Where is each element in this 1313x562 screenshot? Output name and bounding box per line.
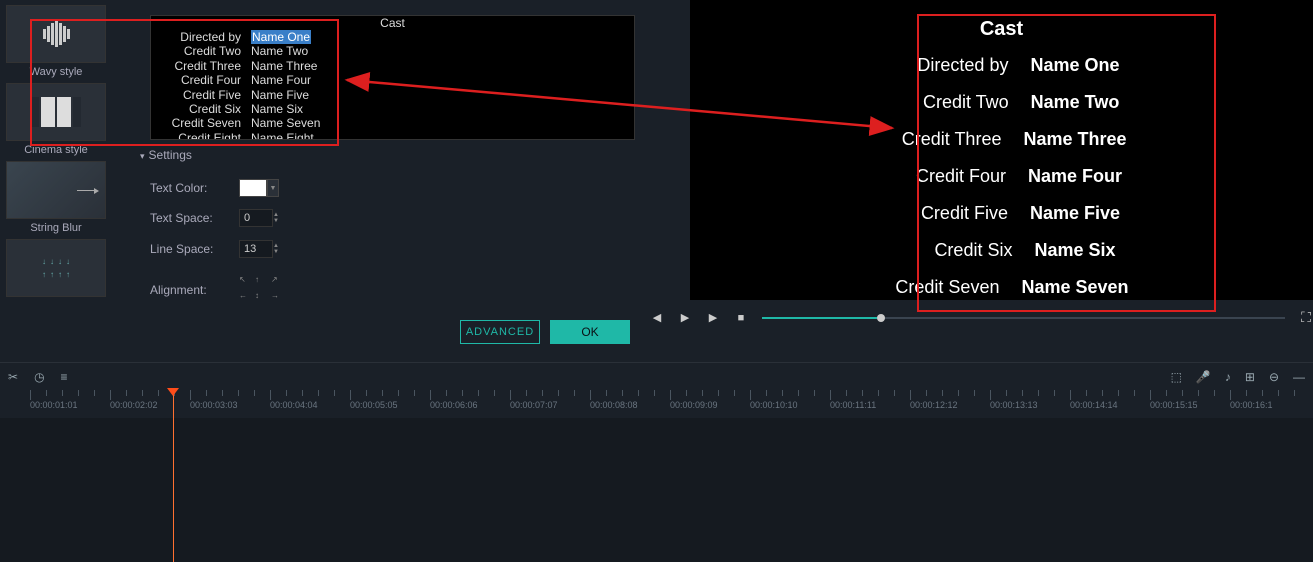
editor-panel: CastDirected byName OneCredit TwoName Tw… [120,0,650,360]
align-bottom-left[interactable]: ← [239,292,251,304]
timer-icon[interactable]: ◷ [34,370,44,384]
marker-icon[interactable]: ⬚ [1171,370,1182,384]
text-color-swatch[interactable] [239,179,267,197]
line-space-label: Line Space: [150,242,225,256]
progress-thumb[interactable] [877,314,885,322]
zoom-out-icon[interactable]: ⊖ [1269,370,1279,384]
ok-button[interactable]: OK [550,320,630,344]
style-label: Wavy style [6,66,106,78]
align-top-right[interactable]: ↗ [271,276,283,288]
progress-bar[interactable] [762,317,1285,319]
timeline-ruler[interactable]: 00:00:01:0100:00:02:0200:00:03:0300:00:0… [0,390,1313,418]
next-frame-button[interactable]: ▶ [706,311,720,324]
line-space-row: Line Space: ▲▼ [150,240,283,258]
text-space-input[interactable] [239,209,273,227]
text-space-label: Text Space: [150,211,225,225]
line-space-spinner[interactable]: ▲▼ [273,240,283,258]
credits-text-editor[interactable]: CastDirected byName OneCredit TwoName Tw… [150,15,635,140]
blur-thumb [6,161,106,219]
style-cinema[interactable]: Cinema style [6,83,106,156]
cinema-thumb [6,83,106,141]
fit-icon[interactable]: ⊞ [1245,370,1255,384]
advanced-button[interactable]: ADVANCED [460,320,540,344]
alignment-label: Alignment: [150,283,225,297]
align-top-center[interactable]: ↑ [255,276,267,288]
zoom-slider[interactable]: — [1293,370,1305,384]
fullscreen-button[interactable]: ⛶ [1299,309,1313,326]
align-bottom-right[interactable]: → [271,292,283,304]
text-color-label: Text Color: [150,181,225,195]
text-space-row: Text Space: ▲▼ [150,209,283,227]
line-space-input[interactable] [239,240,273,258]
player-controls: ◀ ▶ ▶ ■ ⛶ [650,305,1313,330]
video-preview: CastDirected byName OneCredit TwoName Tw… [690,0,1313,300]
align-bottom-center[interactable]: ↕ [255,292,267,304]
cut-icon[interactable]: ✂ [8,370,18,384]
style-wavy[interactable]: Wavy style [6,5,106,78]
style-label: String Blur [6,222,106,234]
editor-buttons: ADVANCED OK [120,320,640,344]
settings-header[interactable]: Settings [140,148,192,162]
styles-sidebar: Wavy style Cinema style String Blur ↓↓↓↓… [0,0,112,360]
text-space-spinner[interactable]: ▲▼ [273,209,283,227]
progress-fill [762,317,877,319]
timeline-playhead[interactable] [173,390,174,562]
timeline[interactable]: 00:00:01:0100:00:02:0200:00:03:0300:00:0… [0,390,1313,562]
mic-icon[interactable]: 🎤 [1196,370,1211,384]
play-button[interactable]: ▶ [678,311,692,324]
alignment-row: Alignment: ↖ ↑ ↗ ← ↕ → [150,276,283,304]
style-string-blur[interactable]: String Blur [6,161,106,234]
wavy-thumb [6,5,106,63]
prev-frame-button[interactable]: ◀ [650,311,664,324]
style-arrows[interactable]: ↓↓↓↓ ↑↑↑↑ [6,239,106,297]
settings-icon[interactable]: ≡ [61,370,68,384]
stop-button[interactable]: ■ [734,312,748,324]
timeline-toolbar: ✂ ◷ ≡ ⬚ 🎤 ♪ ⊞ ⊖ — [0,362,1313,390]
align-top-left[interactable]: ↖ [239,276,251,288]
style-label: Cinema style [6,144,106,156]
text-color-row: Text Color: ▼ [150,179,279,197]
arrows-thumb: ↓↓↓↓ ↑↑↑↑ [6,239,106,297]
text-color-dropdown[interactable]: ▼ [267,179,279,197]
music-icon[interactable]: ♪ [1225,370,1231,384]
